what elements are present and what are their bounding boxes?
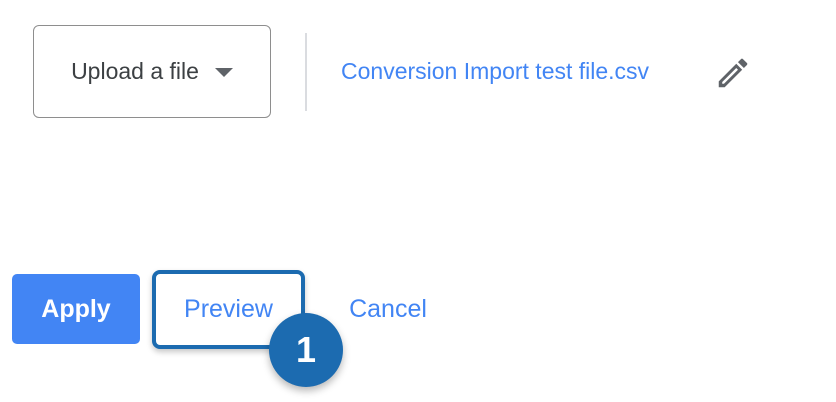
cancel-button[interactable]: Cancel <box>333 278 443 340</box>
upload-file-dropdown[interactable]: Upload a file <box>33 25 271 118</box>
step-number-badge: 1 <box>269 313 343 387</box>
upload-file-label: Upload a file <box>71 58 199 84</box>
apply-button[interactable]: Apply <box>12 274 140 344</box>
file-name-link[interactable]: Conversion Import test file.csv <box>341 58 649 85</box>
caret-down-icon <box>214 68 233 77</box>
vertical-divider <box>305 33 307 111</box>
pencil-icon[interactable] <box>714 54 752 92</box>
